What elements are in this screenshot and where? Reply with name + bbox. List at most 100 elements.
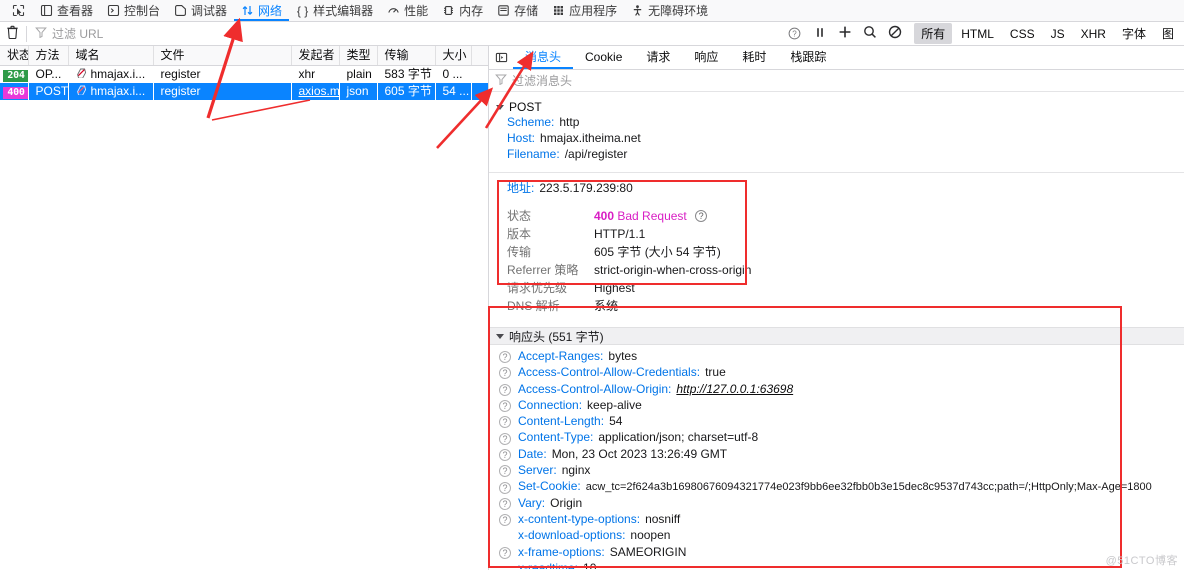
details-body: POST Scheme: http Host: hmajax.itheima.n…	[489, 92, 1184, 569]
type-filter-all[interactable]: 所有	[914, 23, 953, 44]
type-filter-font[interactable]: 字体	[1115, 23, 1153, 44]
column-header-method[interactable]: 方法	[28, 46, 69, 66]
column-header-waterfall[interactable]	[471, 46, 489, 66]
tab-console-label: 控制台	[124, 4, 161, 18]
block-requests-button[interactable]	[882, 22, 907, 45]
console-icon	[107, 4, 120, 17]
cell-type: plain	[346, 67, 372, 81]
filter-headers-input[interactable]: 过滤消息头	[489, 70, 1184, 92]
help-icon[interactable]: ?	[499, 481, 511, 494]
status-badge: 204	[3, 70, 27, 82]
summary-divider	[489, 172, 1184, 173]
cell-status: 204	[0, 66, 28, 84]
chevron-down-icon	[495, 331, 505, 341]
help-icon[interactable]: ?	[499, 448, 511, 461]
tab-debugger[interactable]: 调试器	[167, 0, 234, 21]
tab-application[interactable]: 应用程序	[545, 0, 624, 21]
header-name: x-readtime:	[518, 560, 579, 569]
response-headers-list: ? Accept-Ranges: bytes ? Access-Control-…	[489, 345, 1184, 569]
type-filter-image[interactable]: 图	[1155, 23, 1181, 44]
type-filter-css[interactable]: CSS	[1003, 25, 1042, 43]
status-value-priority: Highest	[594, 281, 635, 295]
tab-response[interactable]: 响应	[682, 46, 730, 69]
help-icon[interactable]: ?	[499, 546, 511, 559]
header-value: 10	[583, 560, 597, 569]
header-row-content-type: ? Content-Type: application/json; charse…	[489, 430, 1184, 446]
help-icon[interactable]: ?	[499, 497, 511, 510]
tab-performance[interactable]: 性能	[380, 0, 435, 21]
column-header-type[interactable]: 类型	[339, 46, 378, 66]
cell-domain-label: hmajax.i...	[90, 67, 146, 81]
status-detail-group: 状态 400 Bad Request ? 版本 HTTP/1.1 传输 605 …	[489, 195, 1184, 319]
help-icon[interactable]: ?	[695, 210, 708, 222]
toggle-sidebar-button[interactable]	[489, 46, 513, 69]
type-filter-html[interactable]: HTML	[954, 25, 1001, 43]
table-row[interactable]: 400 POST hmajax.i... register axios.m js…	[0, 83, 488, 100]
cell-domain: hmajax.i...	[68, 83, 153, 100]
tab-storage[interactable]: 存储	[490, 0, 545, 21]
cell-initiator-link[interactable]: axios.min.j...	[299, 84, 339, 98]
header-name: Access-Control-Allow-Origin:	[518, 381, 672, 396]
column-header-initiator[interactable]: 发起者	[291, 46, 340, 66]
trash-icon	[6, 25, 19, 42]
tab-inspector-label: 查看器	[57, 4, 94, 18]
help-icon[interactable]: ?	[499, 351, 511, 364]
column-header-status[interactable]: 状态	[0, 46, 29, 66]
tab-inspector[interactable]: 查看器	[33, 0, 100, 21]
help-icon[interactable]: ?	[499, 514, 511, 527]
summary-filename: Filename: /api/register	[489, 147, 1184, 163]
header-row-date: ? Date: Mon, 23 Oct 2023 13:26:49 GMT	[489, 447, 1184, 463]
help-icon[interactable]: ?	[499, 383, 511, 396]
type-filter-js[interactable]: JS	[1044, 25, 1072, 43]
filter-url-input[interactable]: 过滤 URL	[29, 22, 459, 45]
column-header-domain[interactable]: 域名	[68, 46, 154, 66]
type-filter-xhr[interactable]: XHR	[1074, 25, 1113, 43]
cell-file: register	[160, 67, 201, 81]
table-row[interactable]: 204 OP... hmajax.i... register xhr plain	[0, 66, 488, 84]
help-icon[interactable]: ?	[499, 400, 511, 413]
tab-headers[interactable]: 消息头	[513, 46, 573, 69]
help-button[interactable]: ?	[782, 22, 807, 45]
response-headers-section-header[interactable]: 响应头 (551 字节)	[489, 327, 1184, 345]
cell-domain: hmajax.i...	[68, 66, 153, 84]
header-row-access-control-allow-credentials: ? Access-Control-Allow-Credentials: true	[489, 365, 1184, 381]
tab-request[interactable]: 请求	[634, 46, 682, 69]
header-name: Server:	[518, 463, 557, 478]
header-name: x-frame-options:	[518, 544, 605, 559]
pause-button[interactable]	[807, 22, 832, 45]
header-name: Vary:	[518, 495, 546, 510]
network-icon	[241, 4, 254, 17]
status-code: 400	[594, 209, 615, 223]
status-text: Bad Request	[617, 209, 687, 223]
tab-memory[interactable]: 内存	[435, 0, 490, 21]
header-row-access-control-allow-origin: ? Access-Control-Allow-Origin: http://12…	[489, 382, 1184, 398]
header-row-content-length: ? Content-Length: 54	[489, 414, 1184, 430]
clear-requests-button[interactable]	[0, 22, 24, 45]
status-row-dns: DNS 解析 系统	[507, 297, 1184, 315]
help-icon[interactable]: ?	[499, 416, 511, 429]
help-icon[interactable]: ?	[499, 465, 511, 478]
element-picker-button[interactable]	[4, 0, 33, 21]
add-request-button[interactable]	[832, 22, 857, 45]
tab-network[interactable]: 网络	[234, 0, 289, 21]
tab-timings[interactable]: 耗时	[730, 46, 778, 69]
tab-console[interactable]: 控制台	[100, 0, 167, 21]
header-value: bytes	[608, 349, 638, 363]
tab-style-editor[interactable]: { } 样式编辑器	[289, 0, 380, 21]
header-row-x-frame-options: ? x-frame-options: SAMEORIGIN	[489, 545, 1184, 561]
request-method-title: POST	[509, 99, 542, 114]
pause-icon	[814, 26, 826, 42]
column-header-file[interactable]: 文件	[153, 46, 292, 66]
tab-accessibility[interactable]: 无障碍环境	[624, 0, 715, 21]
tab-cookie[interactable]: Cookie	[573, 46, 634, 69]
help-icon[interactable]: ?	[499, 432, 511, 445]
tab-performance-label: 性能	[404, 4, 429, 18]
request-summary-header[interactable]: POST	[489, 98, 1184, 115]
status-label-referrer-policy: Referrer 策略	[507, 263, 579, 277]
column-header-transferred[interactable]: 传输	[377, 46, 436, 66]
column-header-size[interactable]: 大小	[435, 46, 472, 66]
search-button[interactable]	[857, 22, 882, 45]
help-icon[interactable]: ?	[499, 367, 511, 380]
tab-stack-trace[interactable]: 栈跟踪	[778, 46, 838, 69]
summary-address-value: 223.5.179.239:80	[539, 181, 633, 195]
